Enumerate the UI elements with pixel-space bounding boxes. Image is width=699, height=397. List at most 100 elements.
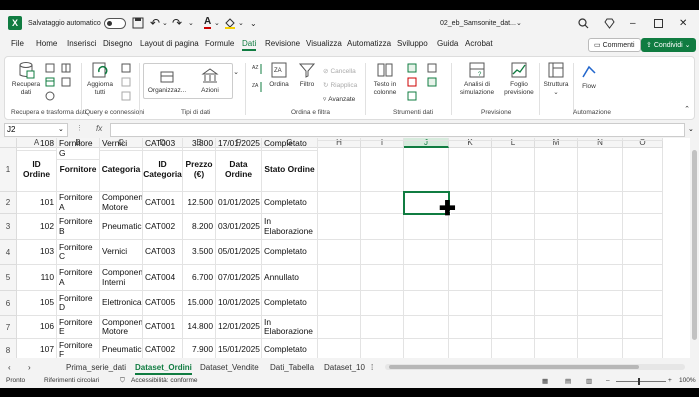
empty-cell[interactable] [535, 192, 578, 214]
menu-data[interactable]: Dati [242, 39, 257, 51]
empty-cell[interactable] [492, 339, 535, 358]
table-cell[interactable]: CAT004 [143, 265, 183, 291]
table-cell[interactable]: Annullato [262, 265, 318, 291]
status-accessibility[interactable]: Accessibilità: conforme [131, 377, 197, 384]
formula-input[interactable] [110, 123, 685, 137]
table-cell[interactable]: Pneumatici [100, 214, 143, 240]
empty-cell[interactable] [535, 214, 578, 240]
table-cell[interactable]: Completato [262, 339, 318, 358]
table-cell[interactable]: CAT002 [143, 214, 183, 240]
gallery-expand-icon[interactable]: ⌄ [231, 69, 241, 77]
text-to-columns-button[interactable]: Testo in colonne [369, 61, 401, 96]
empty-cell[interactable] [449, 316, 492, 339]
menu-formulas[interactable]: Formule [205, 39, 234, 48]
empty-cell[interactable] [492, 240, 535, 265]
comments-button[interactable]: ▭ Commenti [588, 38, 641, 52]
table-cell[interactable]: 8.200 [183, 214, 216, 240]
status-circular-references[interactable]: Riferimenti circolari [44, 377, 99, 384]
empty-cell[interactable] [535, 316, 578, 339]
empty-cell[interactable] [404, 316, 449, 339]
empty-cell[interactable] [318, 148, 361, 192]
stocks-button[interactable]: Azioni [191, 67, 229, 95]
table-header-cell[interactable]: ID Categoria [143, 148, 183, 192]
data-validation-icon[interactable] [405, 91, 419, 101]
table-cell[interactable]: Completato [262, 291, 318, 316]
table-cell[interactable]: 12/01/2025 [216, 316, 262, 339]
vertical-scrollbar[interactable] [690, 138, 699, 358]
empty-cell[interactable] [449, 148, 492, 192]
from-web-button[interactable] [43, 77, 57, 87]
menu-page-layout[interactable]: Layout di pagina [140, 39, 199, 48]
empty-cell[interactable] [535, 291, 578, 316]
empty-cell[interactable] [578, 240, 623, 265]
table-cell[interactable]: 101 [17, 192, 57, 214]
empty-cell[interactable] [361, 192, 404, 214]
refresh-all-button[interactable]: Aggiorna tutti [85, 61, 115, 96]
empty-cell[interactable] [318, 339, 361, 358]
empty-cell[interactable] [449, 339, 492, 358]
restore-icon[interactable] [654, 10, 663, 36]
row-header[interactable]: 7 [0, 316, 17, 339]
table-cell[interactable]: In Elaborazione [262, 316, 318, 339]
empty-cell[interactable] [578, 339, 623, 358]
menu-automate[interactable]: Automatizza [347, 39, 391, 48]
empty-cell[interactable] [492, 291, 535, 316]
menu-insert[interactable]: Inserisci [67, 39, 96, 48]
edit-links-button[interactable] [119, 91, 133, 101]
empty-cell[interactable] [318, 192, 361, 214]
table-cell[interactable]: 6.700 [183, 265, 216, 291]
empty-cell[interactable] [578, 138, 623, 141]
empty-cell[interactable] [492, 138, 535, 141]
empty-cell[interactable] [318, 316, 361, 339]
zoom-slider[interactable] [616, 381, 666, 382]
expand-formula-icon[interactable]: ⌄ [688, 125, 694, 133]
flash-fill-icon[interactable] [405, 63, 419, 73]
table-cell[interactable]: Pneumatici [100, 339, 143, 358]
menu-help[interactable]: Guida [437, 39, 458, 48]
empty-cell[interactable] [318, 291, 361, 316]
empty-cell[interactable] [361, 265, 404, 291]
table-cell[interactable]: 15/01/2025 [216, 339, 262, 358]
empty-cell[interactable] [361, 138, 404, 141]
row-header[interactable]: 5 [0, 265, 17, 291]
vertical-scrollbar-thumb[interactable] [692, 150, 697, 340]
page-break-view-icon[interactable]: ▥ [586, 377, 592, 385]
existing-connections-button[interactable] [59, 63, 73, 73]
fill-color-icon[interactable] [224, 10, 236, 36]
table-cell[interactable]: 105 [17, 291, 57, 316]
empty-cell[interactable] [361, 316, 404, 339]
empty-cell[interactable] [361, 240, 404, 265]
filter-button[interactable]: Filtro [295, 61, 319, 89]
menu-draw[interactable]: Disegno [103, 39, 132, 48]
normal-view-icon[interactable]: ▦ [542, 377, 548, 385]
table-cell[interactable]: 15.000 [183, 291, 216, 316]
empty-cell[interactable] [318, 214, 361, 240]
empty-cell[interactable] [404, 291, 449, 316]
flow-button[interactable]: Flow [577, 63, 601, 91]
empty-cell[interactable] [449, 291, 492, 316]
empty-cell[interactable] [404, 265, 449, 291]
sheet-tab[interactable]: Dataset_10 [324, 360, 365, 375]
table-cell[interactable]: CAT005 [143, 291, 183, 316]
table-cell[interactable]: 01/01/2025 [216, 192, 262, 214]
autosave-toggle[interactable] [104, 10, 126, 36]
zoom-level[interactable]: 100% [679, 377, 696, 384]
row-header[interactable]: 2 [0, 192, 17, 214]
diamond-icon[interactable] [604, 10, 615, 36]
more-sheets-icon[interactable]: ⁞ [371, 360, 373, 375]
empty-cell[interactable] [318, 138, 361, 141]
table-cell[interactable]: 102 [17, 214, 57, 240]
empty-cell[interactable] [535, 240, 578, 265]
table-cell[interactable]: 03/01/2025 [216, 214, 262, 240]
what-if-button[interactable]: ? Analisi di simulazione [455, 61, 499, 96]
menu-acrobat[interactable]: Acrobat [465, 39, 493, 48]
table-cell[interactable]: Fornitore E [57, 316, 100, 339]
table-cell[interactable]: Fornitore B [57, 214, 100, 240]
table-cell[interactable]: 108 [17, 138, 57, 151]
empty-cell[interactable] [623, 192, 663, 214]
clear-filter-button[interactable]: ⊘ Cancella [323, 67, 356, 76]
empty-cell[interactable] [623, 339, 663, 358]
properties-button[interactable] [119, 77, 133, 87]
table-cell[interactable]: Componenti Motore [100, 316, 143, 339]
consolidate-icon[interactable] [425, 63, 439, 73]
